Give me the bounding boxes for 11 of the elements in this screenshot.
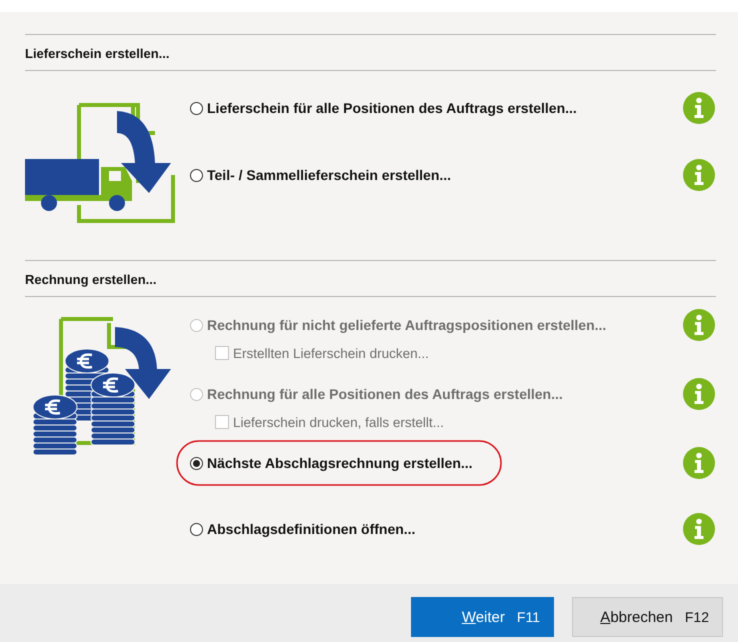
info-icon[interactable] (683, 447, 715, 479)
info-icon[interactable] (683, 513, 715, 545)
section-title: Rechnung erstellen... (25, 271, 158, 289)
radio-option[interactable]: Teil- / Sammellieferschein erstellen... (190, 167, 452, 183)
dialog-button[interactable]: Abbrechen F12 (572, 597, 723, 637)
dialog-button[interactable]: Weiter F11 (411, 597, 554, 637)
section-title: Lieferschein erstellen... (25, 45, 171, 63)
radio-option[interactable]: Abschlagsdefinitionen öffnen... (190, 521, 416, 537)
info-icon[interactable] (683, 92, 715, 124)
radio-option[interactable]: Lieferschein für alle Positionen des Auftrags erstellen... (190, 100, 577, 116)
info-icon[interactable] (683, 159, 715, 191)
